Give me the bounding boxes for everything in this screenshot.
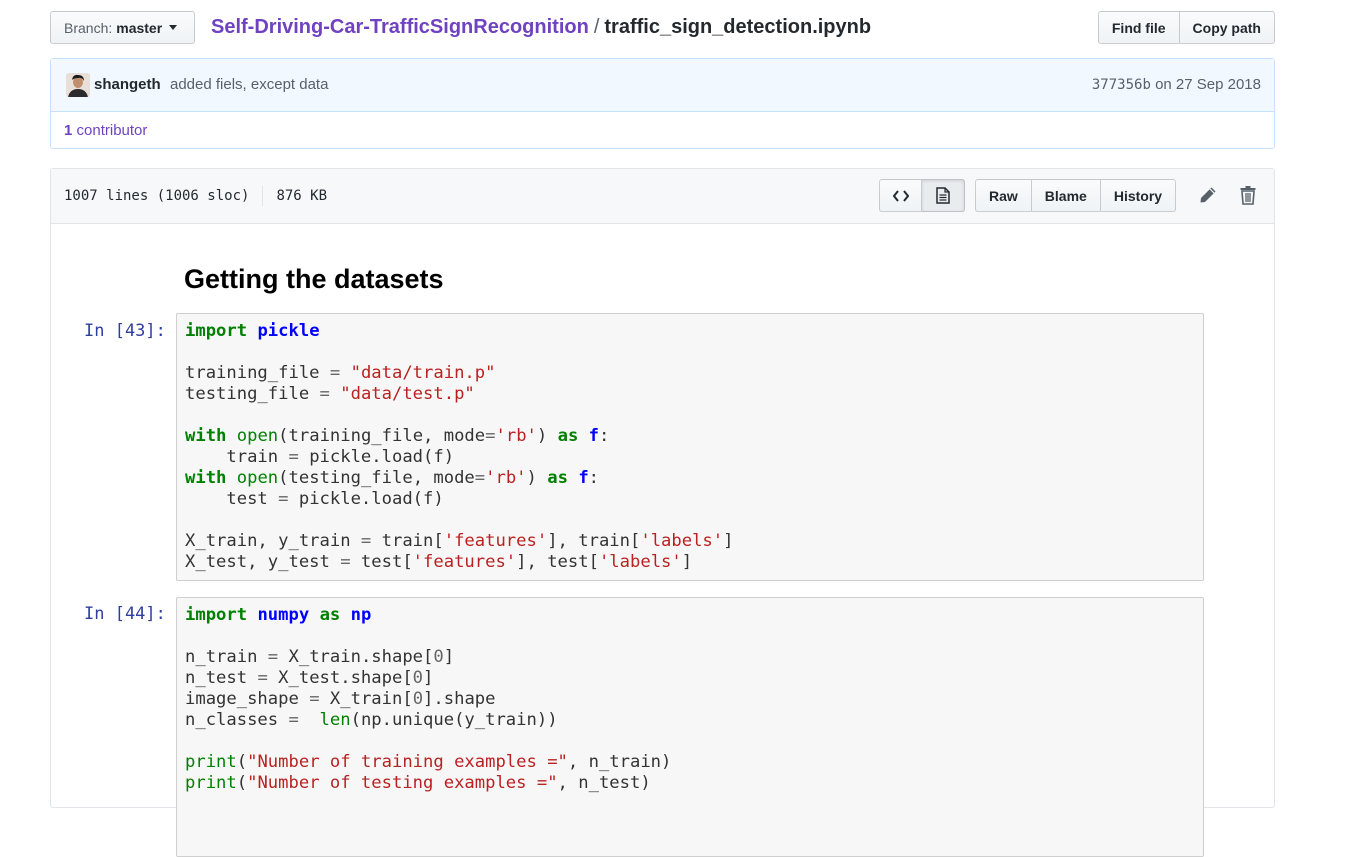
caret-down-icon (169, 25, 178, 30)
file-info: 1007 lines (1006 sloc) 876 KB (64, 186, 327, 206)
history-button[interactable]: History (1100, 179, 1177, 212)
copy-path-button[interactable]: Copy path (1179, 11, 1275, 44)
view-toggle (879, 179, 965, 212)
code-block: import pickle training_file = "data/trai… (185, 321, 734, 572)
avatar[interactable] (66, 73, 90, 97)
delete-file-button[interactable] (1239, 185, 1259, 207)
find-file-button[interactable]: Find file (1097, 11, 1180, 44)
rich-view-button[interactable] (922, 179, 965, 212)
branch-name: master (116, 19, 163, 36)
trash-icon (1240, 186, 1256, 205)
file-size: 876 KB (276, 188, 328, 204)
source-view-button[interactable] (879, 179, 922, 212)
repo-link[interactable]: Self-Driving-Car-TrafficSignRecognition (211, 16, 589, 38)
file-header: 1007 lines (1006 sloc) 876 KB Raw Blame … (51, 169, 1274, 224)
breadcrumb: Self-Driving-Car-TrafficSignRecognition /… (211, 16, 871, 39)
code-cell: import pickle training_file = "data/trai… (176, 313, 1204, 581)
commit-author-link[interactable]: shangeth (94, 76, 161, 93)
contributors-link[interactable]: 1 contributor (64, 122, 147, 139)
file-name: traffic_sign_detection.ipynb (604, 16, 872, 38)
pencil-icon (1200, 187, 1216, 203)
contributors-count: 1 (64, 122, 73, 139)
branch-label: Branch: (64, 19, 113, 36)
file-viewer: 1007 lines (1006 sloc) 876 KB Raw Blame … (50, 168, 1275, 857)
commit-info: shangeth added fiels, except data 377356… (50, 58, 1275, 149)
edit-file-button[interactable] (1198, 185, 1218, 207)
branch-select-button[interactable]: Branch: master (50, 11, 195, 44)
file-view-actions: Raw Blame History (975, 179, 1177, 212)
cell-prompt: In [43]: (84, 321, 166, 341)
divider (262, 186, 264, 206)
file-actions: Find file Copy path (1097, 11, 1275, 44)
code-icon (892, 189, 909, 202)
commit-sha[interactable]: 377356b (1092, 77, 1151, 93)
file-navigation: Branch: master Self-Driving-Car-TrafficS… (50, 11, 1275, 46)
contributors-label: contributor (76, 122, 148, 139)
commit-meta: 377356b on 27 Sep 2018 (1092, 76, 1261, 93)
breadcrumb-separator: / (593, 16, 600, 38)
notebook-heading: Getting the datasets (184, 264, 444, 294)
blame-button[interactable]: Blame (1031, 179, 1101, 212)
commit-message[interactable]: added fiels, except data (170, 76, 328, 93)
code-block: import numpy as np n_train = X_train.sha… (185, 605, 672, 793)
raw-button[interactable]: Raw (975, 179, 1032, 212)
cell-prompt: In [44]: (84, 604, 166, 624)
file-lines: 1007 lines (1006 sloc) (64, 188, 250, 204)
code-cell: import numpy as np n_train = X_train.sha… (176, 597, 1204, 857)
file-icon (936, 187, 950, 204)
commit-date: on 27 Sep 2018 (1155, 76, 1261, 93)
